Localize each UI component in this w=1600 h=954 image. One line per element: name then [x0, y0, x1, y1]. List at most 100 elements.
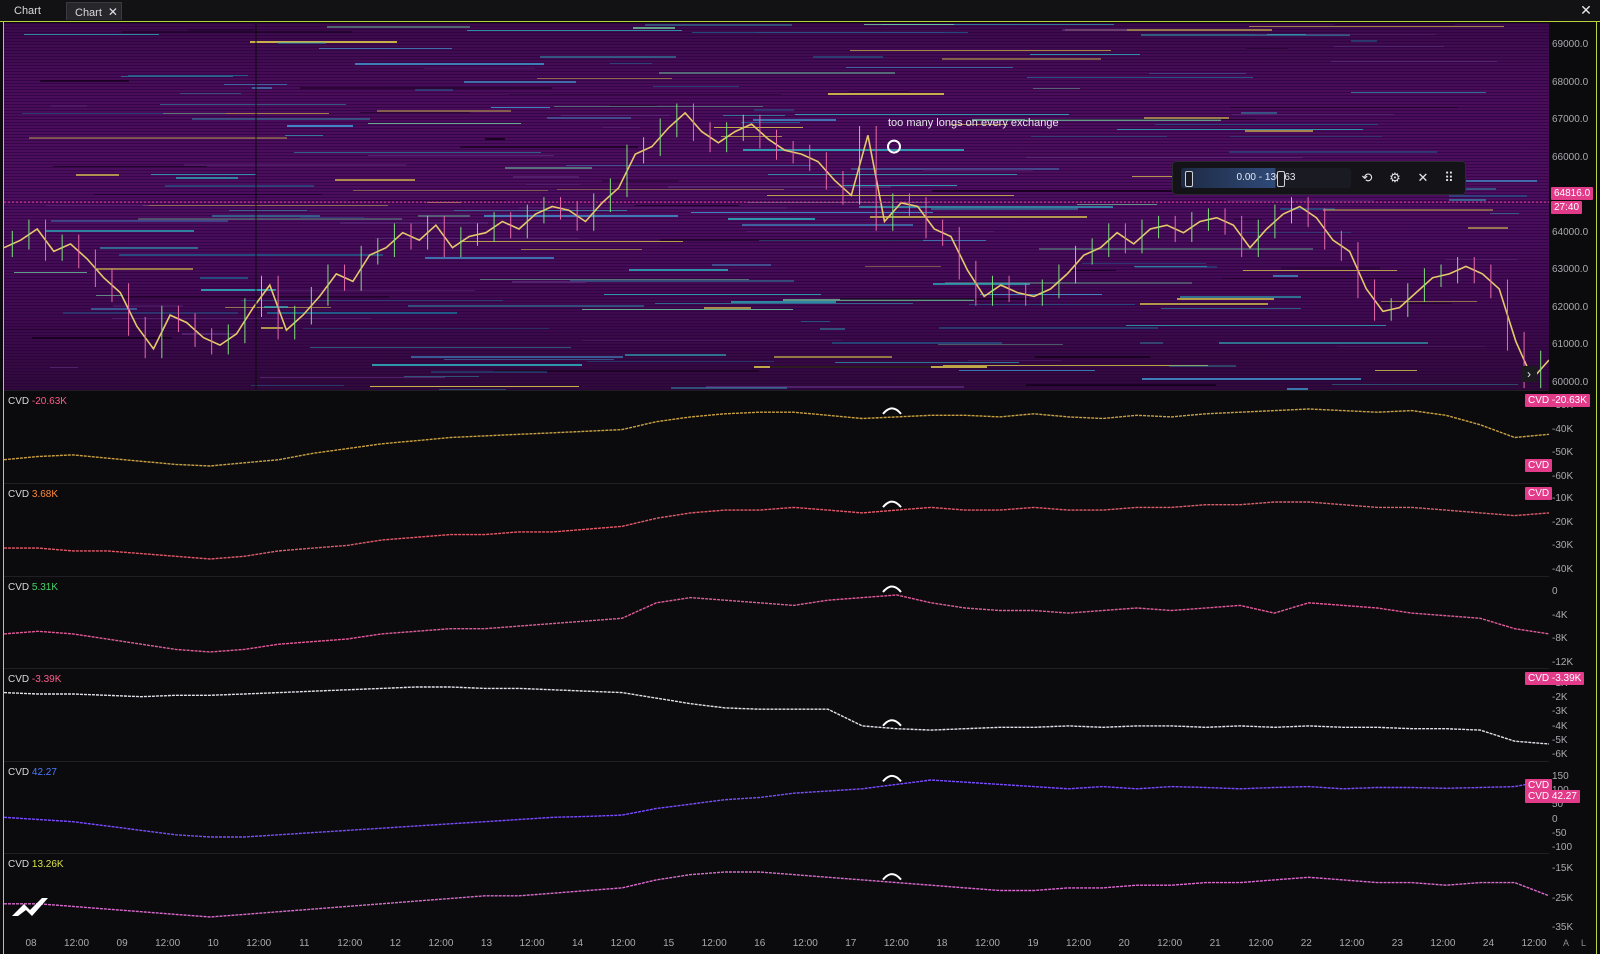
- close-icon[interactable]: ✕: [1578, 2, 1594, 18]
- price-axis[interactable]: 69000.068000.067000.066000.065000.064000…: [1549, 23, 1596, 390]
- liquidity-level: [849, 91, 910, 92]
- liquidity-level: [275, 290, 475, 291]
- tab-chart-2[interactable]: Chart ✕: [66, 2, 122, 20]
- time-axis[interactable]: 08 12:00 09 12:00 10 12:00 11 12:00 12 12:00 13 12:…: [4, 934, 1549, 954]
- liquidity-level: [464, 81, 576, 83]
- cvd-value-axis[interactable]: -1K-2K-3K-4K-5K-6KCVD -3.39K: [1525, 668, 1596, 761]
- liquidity-level: [931, 208, 1078, 210]
- auto-scale-toggle[interactable]: A: [1563, 938, 1569, 948]
- tab-chart-1[interactable]: Chart: [6, 2, 62, 20]
- liquidity-level: [728, 218, 815, 220]
- heatmap-price-pane[interactable]: [4, 23, 1549, 390]
- liquidity-level: [691, 212, 933, 213]
- liquidity-level: [980, 294, 1102, 295]
- cvd-pane[interactable]: CVD -20.63K: [4, 390, 1549, 483]
- liquidity-level: [184, 164, 406, 166]
- current-price-tag: 64816.0: [1551, 187, 1594, 201]
- liquidity-level: [865, 266, 941, 267]
- liquidity-level: [310, 347, 571, 348]
- liquidity-level: [348, 200, 506, 201]
- close-icon[interactable]: ✕: [108, 5, 118, 19]
- liquidity-level: [1323, 209, 1493, 211]
- liquidity-level: [335, 179, 415, 181]
- range-slider[interactable]: 0.00 - 130.63: [1181, 168, 1351, 188]
- value-tick-label: -40K: [1552, 564, 1574, 575]
- liquidity-level: [660, 239, 923, 241]
- cvd-value-axis[interactable]: -10K -20K -30K -40K CVD: [1525, 483, 1596, 576]
- cvd-value-axis[interactable]: 150100500-50-100CVDCVD 42.27: [1525, 761, 1596, 854]
- liquidity-level: [603, 127, 640, 128]
- close-icon[interactable]: ✕: [1413, 168, 1433, 188]
- cvd-pane[interactable]: CVD 42.27: [4, 761, 1549, 854]
- time-tick-label: 23: [1391, 938, 1403, 949]
- liquidity-level: [1331, 61, 1497, 62]
- cvd-pane[interactable]: CVD -3.39K: [4, 668, 1549, 761]
- liquidity-level: [1219, 342, 1428, 344]
- liquidity-level: [1144, 117, 1229, 119]
- liquidity-level: [512, 281, 586, 283]
- indicator-value: 3.68K: [31, 489, 59, 500]
- value-tick-label: -5K: [1552, 734, 1568, 746]
- drawing-toolbox[interactable]: 0.00 - 130.63 ⟲ ⚙ ✕ ⠿: [1172, 161, 1466, 195]
- reset-icon[interactable]: ⟲: [1357, 168, 1377, 188]
- cvd-legend[interactable]: CVD 3.68K: [8, 489, 58, 500]
- cvd-pane[interactable]: CVD 3.68K: [4, 483, 1549, 576]
- cvd-line-canvas: [4, 686, 1549, 745]
- cvd-value-axis[interactable]: 0 -4K -8K -12K: [1549, 576, 1596, 669]
- cvd-legend[interactable]: CVD 42.27: [8, 767, 57, 778]
- liquidity-level: [1180, 296, 1301, 298]
- indicator-value: 5.31K: [31, 582, 59, 593]
- liquidity-level: [300, 87, 552, 89]
- log-scale-toggle[interactable]: L: [1581, 938, 1586, 948]
- liquidity-level: [425, 257, 554, 259]
- time-tick-label: 12:00: [610, 938, 636, 949]
- gear-icon[interactable]: ⚙: [1385, 168, 1405, 188]
- cvd-line-canvas: [4, 585, 1549, 653]
- cvd-legend[interactable]: CVD 13.26K: [8, 859, 64, 870]
- liquidity-level: [1161, 308, 1301, 309]
- liquidity-level: [668, 186, 891, 188]
- cvd-value-tag: CVD -20.63K: [1525, 394, 1590, 407]
- chevron-right-icon[interactable]: ›: [1521, 366, 1537, 382]
- range-handle-right[interactable]: [1277, 171, 1285, 187]
- liquidity-level: [480, 279, 749, 280]
- liquidity-level: [582, 309, 793, 310]
- liquidity-level: [1169, 365, 1236, 367]
- time-tick-label: 12:00: [792, 938, 818, 949]
- liquidity-level: [467, 30, 682, 31]
- liquidity-level: [1381, 301, 1477, 302]
- cvd-value-axis[interactable]: -15K -25K -35K: [1549, 853, 1596, 934]
- cvd-legend[interactable]: CVD -3.39K: [8, 674, 61, 685]
- liquidity-level: [119, 254, 383, 256]
- indicator-name: CVD: [8, 489, 32, 500]
- cvd-legend[interactable]: CVD 5.31K: [8, 582, 58, 593]
- value-tick-label: -4K: [1552, 720, 1568, 732]
- cvd-value-axis[interactable]: -30K-40K-50K-60KCVD -20.63KCVD: [1525, 390, 1596, 483]
- value-tick-label: -30K: [1552, 540, 1574, 552]
- cvd-legend[interactable]: CVD -20.63K: [8, 396, 67, 407]
- cvd-pane[interactable]: CVD 5.31K: [4, 576, 1549, 669]
- value-tick-label: -35K: [1552, 922, 1574, 933]
- liquidity-level: [721, 136, 782, 137]
- liquidity-level: [714, 127, 803, 128]
- liquidity-level: [303, 328, 549, 329]
- liquidity-level: [1177, 298, 1274, 300]
- liquidity-level: [537, 78, 672, 79]
- annotation-arc: [882, 719, 902, 727]
- tab-label: Chart: [14, 5, 41, 17]
- range-handle-left[interactable]: [1185, 171, 1193, 187]
- value-tick-label: -40K: [1552, 423, 1574, 435]
- liquidity-level: [1241, 112, 1277, 114]
- cvd-pane[interactable]: CVD 13.26K: [4, 853, 1549, 934]
- time-tick-label: 24: [1482, 938, 1495, 949]
- drag-handle-icon[interactable]: ⠿: [1439, 168, 1459, 188]
- liquidity-level: [1490, 213, 1519, 214]
- liquidity-level: [645, 24, 792, 26]
- liquidity-level: [1033, 88, 1080, 89]
- chart-annotation[interactable]: too many longs on every exchange: [888, 117, 1059, 129]
- axis-corner: A L: [1549, 934, 1596, 954]
- liquidity-level: [566, 165, 811, 166]
- liquidity-level: [1281, 267, 1380, 269]
- liquidity-level: [160, 104, 346, 105]
- liquidity-level: [1335, 24, 1455, 25]
